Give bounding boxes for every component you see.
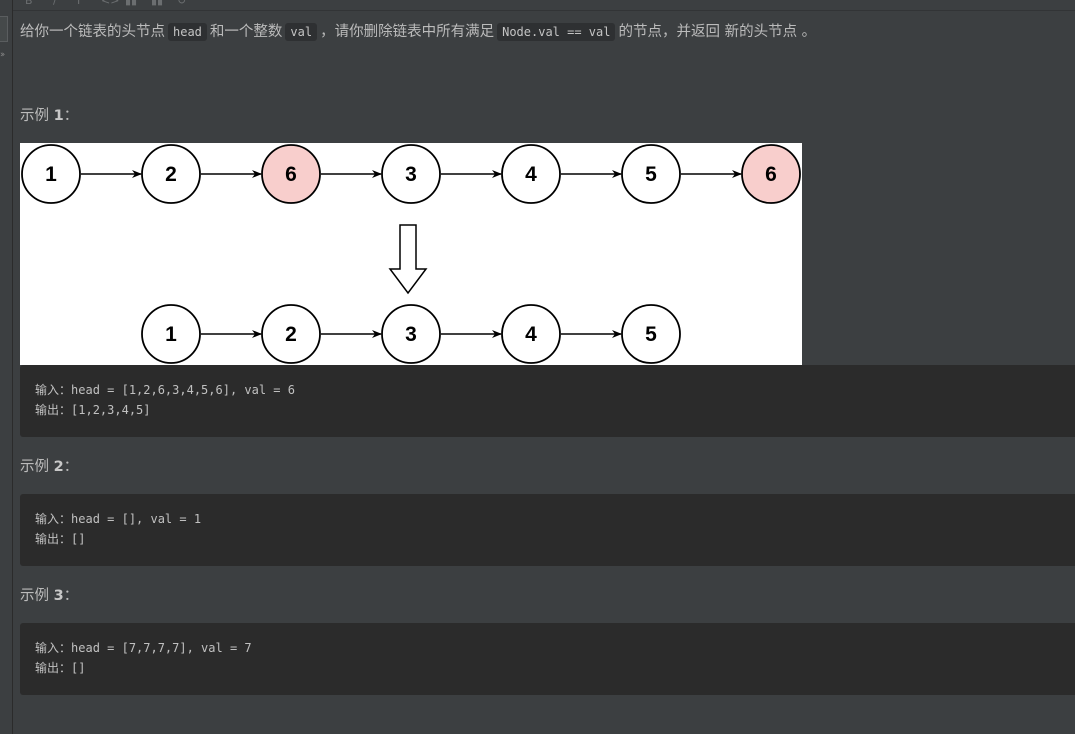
example-title-text: 示例: [20, 459, 54, 475]
output-line: 输出：[1,2,3,4,5]: [35, 401, 151, 418]
expand-chevron-icon[interactable]: ››: [0, 50, 5, 60]
example-number: 1: [53, 108, 64, 124]
strikethrough-icon[interactable]: I: [77, 0, 80, 7]
input-label: 输入：: [35, 512, 72, 526]
desc-text: 给你一个链表的头节点: [20, 24, 165, 40]
list-node-label: 4: [525, 323, 537, 346]
inline-code-val: val: [285, 23, 318, 41]
list-node-label: 3: [405, 163, 417, 186]
inline-code-condition: Node.val == val: [497, 23, 616, 41]
list-node-label: 1: [165, 323, 177, 346]
example-2-code: 输入：head = [], val = 1 输出：[]: [20, 494, 1075, 566]
output-line: 输出：[]: [35, 530, 85, 547]
example-1-code: 输入：head = [1,2,6,3,4,5,6], val = 6 输出：[1…: [20, 365, 1075, 437]
list-node-label: 2: [285, 323, 297, 346]
linked-list-diagram: 1 2 6 3 4 5 6 1 2 3 4 5: [21, 144, 801, 364]
desc-text: 和一个整数: [209, 24, 283, 40]
input-line: 输入：head = [], val = 1: [35, 510, 201, 527]
list-before: 1 2 6 3 4 5 6: [21, 144, 801, 204]
refresh-icon[interactable]: ↻: [177, 0, 186, 7]
example-title-colon: ：: [63, 108, 79, 124]
input-label: 输入：: [35, 383, 72, 397]
list-node-label: 5: [645, 163, 657, 186]
input-value: head = [], val = 1: [71, 512, 202, 526]
transform-down-arrow-icon: [388, 224, 428, 295]
panel-toggle[interactable]: [0, 16, 8, 42]
list-node-label: 6: [765, 163, 777, 186]
format-icon[interactable]: ▮▮: [125, 0, 137, 7]
output-label: 输出：: [35, 661, 72, 675]
example-title-colon: ：: [63, 459, 79, 475]
output-line: 输出：[]: [35, 659, 85, 676]
example-number: 2: [53, 459, 64, 475]
input-value: head = [7,7,7,7], val = 7: [71, 641, 252, 655]
input-line: 输入：head = [7,7,7,7], val = 7: [35, 639, 252, 656]
list-node-label: 1: [45, 163, 57, 186]
example-3-code: 输入：head = [7,7,7,7], val = 7 输出：[]: [20, 623, 1075, 695]
italic-icon[interactable]: /: [53, 0, 57, 7]
output-value: [1,2,3,4,5]: [71, 403, 151, 417]
output-value: []: [71, 661, 86, 675]
bold-icon[interactable]: B: [25, 0, 33, 7]
output-label: 输出：: [35, 532, 72, 546]
input-line: 输入：head = [1,2,6,3,4,5,6], val = 6: [35, 381, 295, 398]
list-node-label: 6: [285, 163, 297, 186]
list-node-label: 4: [525, 163, 537, 186]
desc-text: ，请你删除链表中所有满足: [320, 24, 495, 40]
example-title-text: 示例: [20, 588, 54, 604]
desc-text: 的节点，并返回 新的头节点 。: [618, 24, 817, 40]
list-node-label: 2: [165, 163, 177, 186]
problem-description: 给你一个链表的头节点 head 和一个整数 val ，请你删除链表中所有满足 Node.v…: [20, 20, 816, 44]
linked-list-figure: 1 2 6 3 4 5 6 1 2 3 4 5: [20, 143, 802, 365]
editor-toolbar: B / I <> ▮▮ ▮▮ ↻: [13, 0, 1075, 11]
example-2-title: 示例 2：: [20, 455, 78, 476]
list-node-label: 5: [645, 323, 657, 346]
input-label: 输入：: [35, 641, 72, 655]
output-value: []: [71, 532, 86, 546]
example-title-text: 示例: [20, 108, 54, 124]
example-title-colon: ：: [63, 588, 79, 604]
format-icon-2[interactable]: ▮▮: [151, 0, 163, 7]
list-after: 1 2 3 4 5: [141, 304, 681, 364]
inline-code-head: head: [168, 23, 207, 41]
code-icon[interactable]: <>: [101, 0, 119, 7]
example-number: 3: [53, 588, 64, 604]
left-side-panel: ››: [0, 0, 13, 734]
example-3-title: 示例 3：: [20, 584, 78, 605]
list-node-label: 3: [405, 323, 417, 346]
example-1-title: 示例 1：: [20, 104, 78, 125]
input-value: head = [1,2,6,3,4,5,6], val = 6: [71, 383, 295, 397]
output-label: 输出：: [35, 403, 72, 417]
